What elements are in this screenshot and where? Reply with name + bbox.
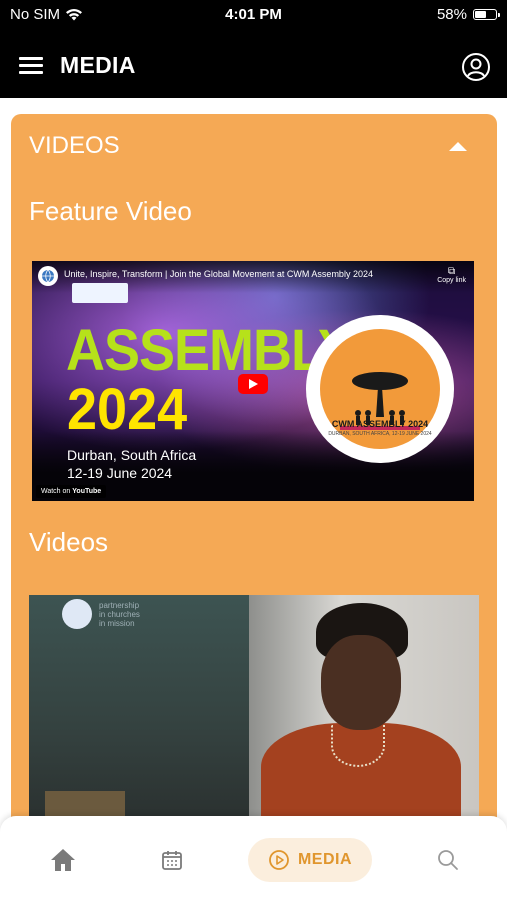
assembly-location: Durban, South Africa — [67, 447, 197, 463]
feature-video-heading: Feature Video — [29, 196, 192, 226]
page-title: MEDIA — [60, 52, 136, 78]
tab-home[interactable] — [43, 838, 83, 882]
video-thumbnail[interactable]: partnership in churches in mission — [29, 595, 479, 825]
calendar-icon — [162, 851, 182, 870]
copy-link-button[interactable]: ⧉ Copy link — [437, 266, 466, 285]
watch-on-label: Watch on — [41, 488, 71, 495]
videos-section-header[interactable]: VIDEOS — [11, 114, 497, 172]
cwm-assembly-logo: CWM ASSEMBLY 2024 DURBAN, SOUTH AFRICA, … — [306, 315, 454, 463]
play-circle-icon — [269, 850, 289, 870]
partnership-badge — [72, 283, 128, 303]
battery-icon — [473, 9, 500, 20]
youtube-play-icon[interactable] — [238, 374, 268, 394]
assembly-dates: 12-19 June 2024 — [67, 465, 173, 481]
search-icon — [438, 850, 458, 870]
videos-panel: VIDEOS Feature Video Unite, Inspire, Tra… — [11, 114, 497, 894]
channel-logo-icon — [62, 599, 92, 629]
tab-search[interactable] — [428, 838, 468, 882]
channel-avatar-icon[interactable] — [38, 266, 58, 286]
section-title: VIDEOS — [29, 132, 120, 159]
logo-text: CWM ASSEMBLY 2024 — [331, 419, 429, 429]
status-time: 4:01 PM — [225, 6, 282, 23]
tab-calendar[interactable] — [152, 838, 192, 882]
watch-on-youtube-button[interactable]: Watch on YouTube — [36, 485, 107, 498]
youtube-label: YouTube — [72, 488, 102, 495]
speaker-face — [321, 635, 401, 730]
home-icon — [51, 849, 75, 871]
video-title[interactable]: Unite, Inspire, Transform | Join the Glo… — [64, 269, 373, 279]
hamburger-menu-icon[interactable] — [19, 57, 43, 75]
status-bar: No SIM 4:01 PM 58% — [0, 0, 507, 30]
user-account-icon[interactable] — [461, 52, 491, 82]
battery-percent: 58% — [436, 6, 467, 23]
tab-media[interactable]: MEDIA — [248, 838, 372, 882]
copy-link-label: Copy link — [437, 277, 466, 284]
bottom-tab-bar: MEDIA — [0, 816, 507, 900]
feature-video-player[interactable]: Unite, Inspire, Transform | Join the Glo… — [32, 261, 474, 501]
logo-subtext: DURBAN, SOUTH AFRICA, 12-19 JUNE 2024 — [328, 431, 432, 437]
channel-text: partnership in churches in mission — [99, 601, 140, 628]
chevron-up-icon[interactable] — [449, 142, 467, 151]
assembly-year: 2024 — [67, 377, 188, 442]
globe-icon — [42, 269, 54, 283]
speaker-necklace — [331, 725, 385, 767]
status-right: 58% — [436, 6, 500, 23]
app-bar: MEDIA — [0, 30, 507, 98]
battery-fill — [475, 11, 486, 18]
videos-heading: Videos — [29, 527, 109, 557]
tab-media-label: MEDIA — [297, 851, 353, 868]
copy-icon: ⧉ — [448, 266, 456, 277]
battery-tip — [498, 13, 500, 17]
